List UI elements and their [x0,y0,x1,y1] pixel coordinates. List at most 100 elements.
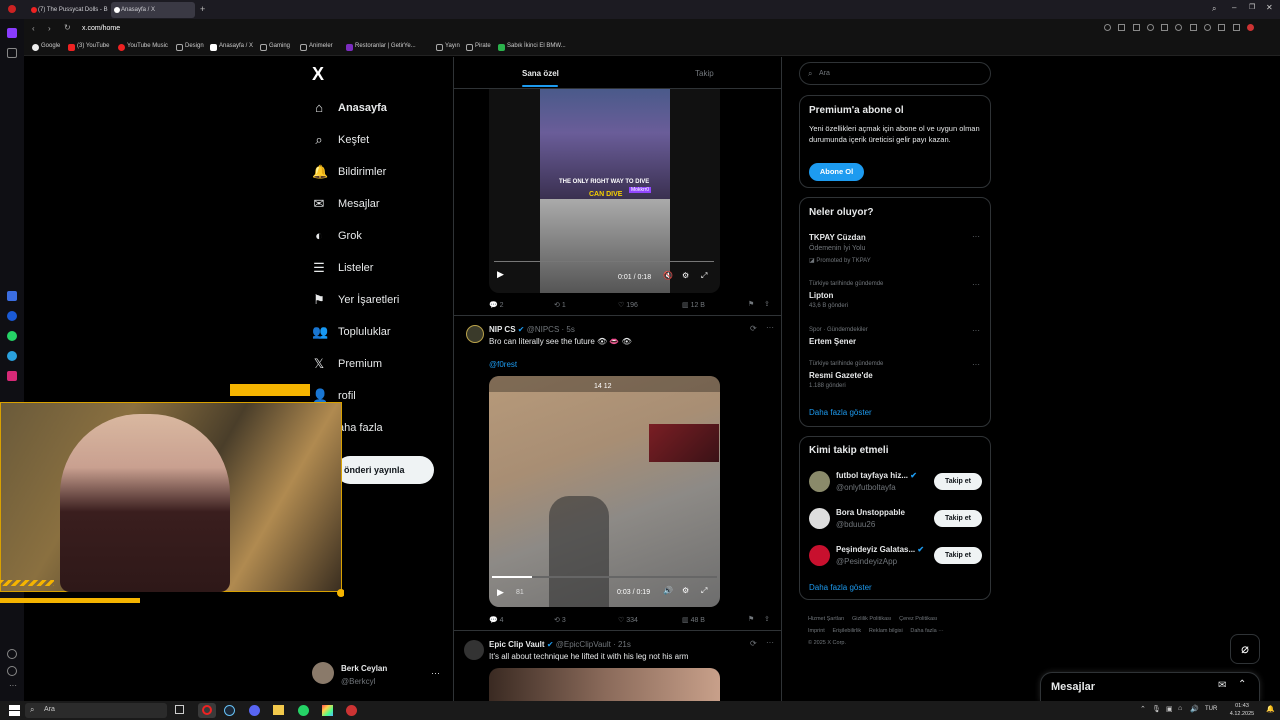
volume-icon[interactable]: 🔊 [1190,705,1199,713]
download-icon[interactable] [1218,24,1226,31]
mention-link[interactable]: @f0rest [489,360,517,369]
follow-suggestion[interactable]: Bora Unstoppable @bduuu26 Takip et [800,504,990,534]
footer-link[interactable]: Hizmet Şartları [808,616,844,622]
network-icon[interactable]: ⌂ [1178,705,1182,712]
new-tab-icon[interactable]: + [200,4,205,14]
telegram-icon[interactable] [7,351,17,361]
views-button[interactable]: ▥ 12 B [682,301,705,309]
browser-tab-1[interactable]: (7) The Pussycat Dolls - B [28,2,108,18]
nav-item-yer-i-şaretleri[interactable]: ⚑ Yer İşaretleri [312,288,399,312]
volume-icon[interactable]: 🔊 [663,586,673,595]
more-icon[interactable]: ··· [9,681,17,690]
nav-item-keşfet[interactable]: ⌕ Keşfet [312,128,369,152]
nav-item-listeler[interactable]: ☰ Listeler [312,256,373,280]
like-button[interactable]: ♡ 334 [618,616,638,624]
heart-icon[interactable] [1204,24,1212,31]
bookmark-restoranlar[interactable]: Restoranlar | GetirYe... [346,43,416,51]
camera-icon[interactable] [1132,24,1140,31]
footer-link[interactable]: Erişilebilirlik [832,628,861,634]
nav-item-premium[interactable]: 𝕏 Premium [312,352,382,376]
follow-button[interactable]: Takip et [934,473,982,490]
nav-item-anasayfa[interactable]: ⌂ Anasayfa [312,96,387,120]
footer-link[interactable]: Reklam bilgisi [869,628,903,634]
mute-icon[interactable]: 🔇 [663,271,673,280]
language-indicator[interactable]: TUR [1205,706,1217,712]
mic-icon[interactable]: 🎙 [1152,705,1161,713]
reload-icon[interactable]: ↻ [64,23,71,32]
tweet2-video[interactable]: 14 12 ▶ 81 0:03 / 0:19 🔊 ⚙ ⤢ [489,376,720,607]
share-icon[interactable] [1118,24,1126,31]
views-button[interactable]: ▥ 48 B [682,616,705,624]
trend-item[interactable]: Spor · Gündemdekiler Ertem Şener ··· [800,326,990,352]
app-icon-1[interactable] [7,291,17,301]
footer-link[interactable]: Daha fazla ··· [910,628,943,634]
browser-tab-2[interactable]: Anasayfa / X [111,2,195,18]
tab-following[interactable]: Takip [695,69,714,78]
messenger-icon[interactable] [7,311,17,321]
account-menu-icon[interactable]: ··· [431,668,440,678]
clock[interactable]: 01:43 4.12.2025 [1226,702,1258,718]
follow-button[interactable]: Takip et [934,510,982,527]
x-logo-icon[interactable]: X [312,64,324,85]
author-name[interactable]: NIP CS [489,325,516,334]
extension-icon[interactable] [1175,24,1183,31]
author-handle[interactable]: @NIPCS · 5s [527,325,575,334]
nav-item-topluluklar[interactable]: 👥 Topluluklar [312,320,391,344]
more-options-icon[interactable]: ··· [972,280,980,289]
history-icon[interactable] [7,666,17,676]
grok-icon[interactable]: ⟳ [750,324,757,333]
play-icon[interactable]: ▶ [497,269,504,280]
share-icon[interactable]: ⇪ [764,615,770,623]
more-options-icon[interactable]: ··· [972,360,980,369]
bookmark-youtube-music[interactable]: YouTube Music [118,43,168,51]
whatsapp-icon[interactable] [298,705,309,716]
trend-item[interactable]: Türkiye tarihinde gündemde Resmi Gazete'… [800,360,990,396]
opera-logo-icon[interactable] [8,5,16,13]
vpn-icon[interactable] [1146,24,1154,31]
task-view-icon[interactable] [175,705,184,714]
forward-icon[interactable]: › [48,24,51,33]
menu-icon[interactable] [1232,24,1240,31]
footer-link[interactable]: Çerez Politikası [899,616,937,622]
avatar[interactable] [312,662,334,684]
tweet1-video[interactable]: THE ONLY RIGHT WAY TO DIVE CAN DIVE Mokk… [489,89,720,293]
zoom-icon[interactable] [1104,24,1111,31]
reply-button[interactable]: 💬 2 [489,301,504,309]
bookmark-icon[interactable]: ⚑ [748,300,754,308]
notification-icon[interactable]: 🔔 [1266,705,1275,713]
new-message-icon[interactable]: ✉ [1218,680,1226,691]
video-progress[interactable] [494,261,714,262]
nipcs-avatar[interactable] [466,325,484,343]
more-options-icon[interactable]: ··· [766,323,774,332]
app-icon[interactable] [322,705,333,716]
bookmark-google[interactable]: Google [32,43,60,51]
follow-suggestion[interactable]: Peşindeyiz Galatas... ✔ @PesindeyizApp T… [800,541,990,571]
avatar[interactable] [809,471,830,492]
more-options-icon[interactable]: ··· [972,232,980,241]
tab-for-you[interactable]: Sana özel [522,69,559,78]
author-handle[interactable]: @EpicClipVault · 21s [556,640,631,649]
play-icon[interactable]: ▶ [497,587,504,598]
maximize-icon[interactable]: ❐ [1249,3,1255,11]
settings-icon[interactable]: ⚙ [682,271,689,280]
instagram-icon[interactable] [7,371,17,381]
taskbar-search[interactable]: ⌕ Ara [25,703,167,718]
close-icon[interactable]: ✕ [1266,3,1273,12]
avatar[interactable] [809,508,830,529]
reply-button[interactable]: 💬 4 [489,616,504,624]
bookmark-design[interactable]: Design [176,43,204,51]
subscribe-button[interactable]: Abone Ol [809,163,864,181]
bookmark-pirate[interactable]: Pirate [466,43,491,51]
retweet-button[interactable]: ⟲ 3 [554,616,566,624]
follow-suggestion[interactable]: futbol tayfaya hiz... ✔ @onlyfutboltayfa… [800,467,990,497]
search-input[interactable]: ⌕ Ara [799,62,991,85]
author-name[interactable]: Epic Clip Vault [489,640,545,649]
share-icon[interactable]: ⇪ [764,300,770,308]
trend-item[interactable]: Türkiye tarihinde gündemde Lipton 43,6 B… [800,280,990,316]
bookmark-youtube[interactable]: (3) YouTube [68,43,109,51]
play-icon[interactable] [1189,24,1197,31]
minimize-icon[interactable]: – [1232,3,1236,12]
avatar[interactable] [809,545,830,566]
fullscreen-icon[interactable]: ⤢ [701,586,707,596]
windows-start-icon[interactable] [9,705,20,716]
